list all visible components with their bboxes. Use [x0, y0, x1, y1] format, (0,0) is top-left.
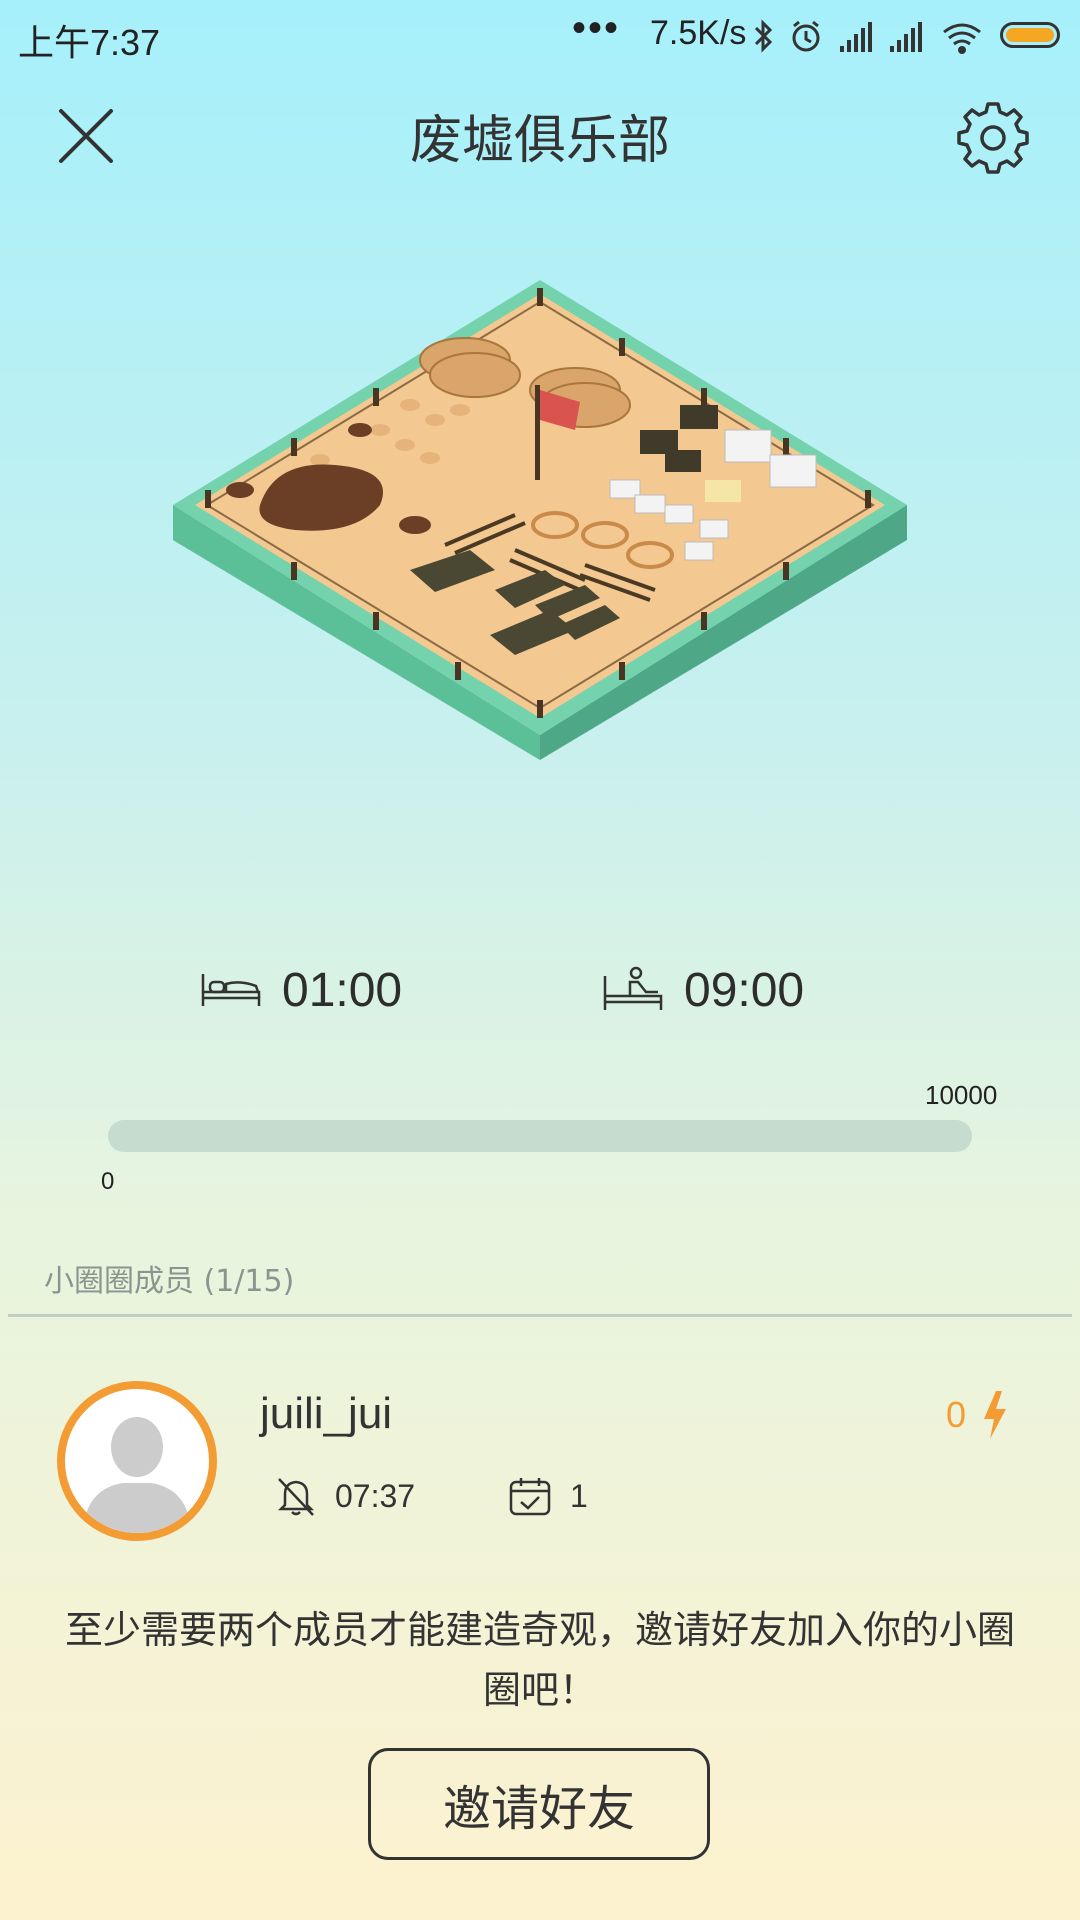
bed-icon	[201, 974, 261, 1006]
alarm-icon	[792, 20, 820, 52]
progress-min-label: 0	[101, 1168, 115, 1195]
member-name: juili_jui	[260, 1389, 393, 1438]
signal-icon	[840, 22, 872, 52]
calendar-check-icon	[509, 1478, 551, 1516]
alarm-off-icon	[277, 1478, 315, 1516]
default-user-icon	[83, 1417, 191, 1533]
more-notifications-icon: •••	[572, 6, 621, 50]
member-energy: 0	[946, 1389, 1010, 1441]
wifi-icon	[943, 23, 981, 54]
wake-time-block[interactable]: 09:00	[602, 960, 804, 1020]
network-speed: 7.5K/s	[650, 14, 747, 52]
build-progress-bar	[108, 1120, 972, 1152]
wake-up-icon	[603, 966, 663, 1010]
sleep-time: 01:00	[282, 963, 403, 1017]
progress-max-label: 10000	[925, 1080, 998, 1110]
invite-notice: 至少需要两个成员才能建造奇观，邀请好友加入你的小圈圈吧！	[64, 1608, 1015, 1712]
signal-icon	[890, 22, 922, 52]
member-days: 1	[508, 1475, 588, 1517]
divider	[8, 1314, 1072, 1317]
battery-level	[1006, 28, 1054, 42]
member-days-count: 1	[570, 1477, 588, 1514]
status-icons	[754, 19, 981, 54]
members-heading: 小圈圈成员 (1/15)	[44, 1264, 295, 1299]
member-alarm: 07:37	[275, 1475, 415, 1517]
page-title: 废墟俱乐部	[409, 111, 670, 171]
gear-icon[interactable]	[955, 98, 1031, 174]
status-time: 上午7:37	[18, 22, 161, 63]
invite-friends-button[interactable]: 邀请好友	[368, 1748, 710, 1860]
sleep-time-block[interactable]: 01:00	[200, 960, 402, 1020]
member-row[interactable]: juili_jui 07:37 1 0	[0, 1375, 1080, 1545]
wake-time: 09:00	[684, 963, 805, 1017]
avatar[interactable]	[57, 1381, 217, 1541]
member-alarm-time: 07:37	[335, 1477, 416, 1514]
lightning-icon	[984, 1391, 1006, 1439]
status-bar: 上午7:37 ••• 7.5K/s	[0, 0, 1080, 74]
battery-icon	[1000, 22, 1060, 48]
ruins-island-illustration	[173, 280, 907, 760]
bluetooth-icon	[754, 19, 773, 53]
member-energy-value: 0	[945, 1394, 966, 1435]
